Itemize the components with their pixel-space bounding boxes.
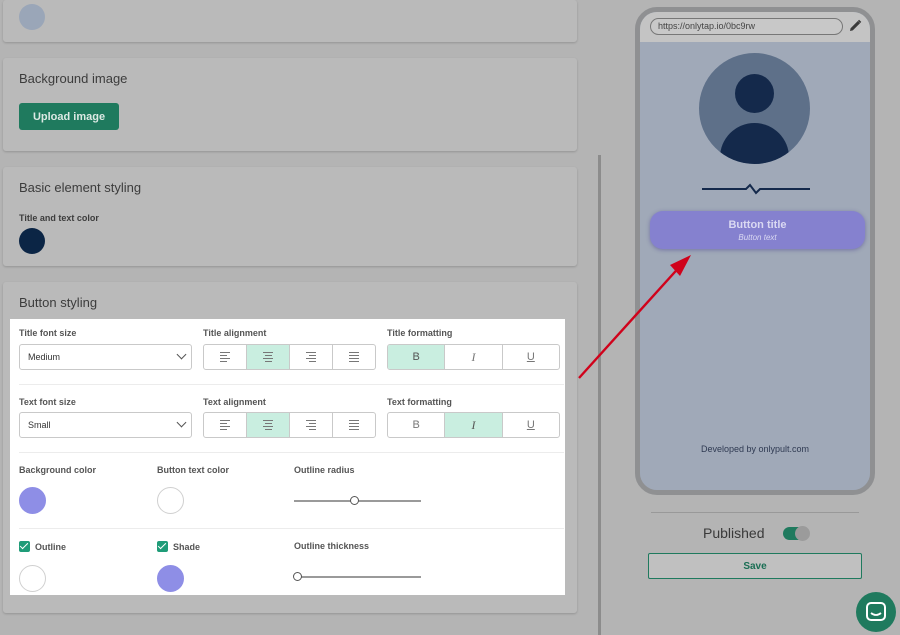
toggle-knob [795, 526, 810, 541]
align-left-button[interactable] [204, 413, 247, 437]
url-bar: https://onlytap.io/0bc9rw [640, 12, 870, 42]
bold-icon: B [412, 419, 420, 431]
shade-color-swatch[interactable] [157, 565, 184, 592]
row-divider [19, 384, 564, 385]
title-alignment-group [203, 344, 376, 370]
chevron-down-icon [176, 349, 187, 360]
card-title: Button styling [19, 295, 98, 310]
upload-image-button[interactable]: Upload image [19, 103, 119, 130]
align-justify-icon [349, 352, 359, 362]
title-formatting-group: B I U [387, 344, 560, 370]
title-font-size-select[interactable]: Medium [19, 344, 192, 370]
text-bold-button[interactable]: B [388, 413, 446, 437]
pencil-icon[interactable] [848, 19, 862, 33]
text-font-size-label: Text font size [19, 397, 76, 407]
title-formatting-label: Title formatting [387, 328, 453, 338]
align-center-icon [263, 420, 273, 430]
published-label: Published [703, 525, 765, 541]
row-divider [19, 528, 564, 529]
phone-frame: https://onlytap.io/0bc9rw Button title B… [635, 7, 875, 495]
row-divider [19, 452, 564, 453]
align-justify-button[interactable] [333, 413, 375, 437]
background-color-swatch[interactable] [19, 487, 46, 514]
slider-handle[interactable] [350, 496, 360, 505]
title-font-size-label: Title font size [19, 328, 77, 338]
shade-checkbox[interactable] [157, 541, 168, 552]
align-right-icon [306, 420, 316, 430]
title-text-color-swatch[interactable] [19, 228, 45, 254]
previous-card [3, 0, 577, 42]
align-justify-icon [349, 420, 359, 430]
align-justify-button[interactable] [333, 345, 375, 369]
preview-panel: https://onlytap.io/0bc9rw Button title B… [601, 0, 900, 635]
preview-link-button[interactable]: Button title Button text [650, 211, 865, 249]
text-formatting-group: B I U [387, 412, 560, 438]
previous-color-swatch[interactable] [19, 4, 45, 30]
save-button[interactable]: Save [648, 553, 862, 579]
card-title: Background image [19, 71, 128, 86]
align-right-button[interactable] [290, 345, 333, 369]
section-divider [651, 512, 859, 513]
divider-ornament [702, 183, 810, 195]
title-text-color-label: Title and text color [19, 213, 99, 223]
basic-styling-card: Basic element styling Title and text col… [3, 167, 577, 266]
title-underline-button[interactable]: U [503, 345, 559, 369]
slider-handle[interactable] [293, 572, 303, 581]
preview-button-title: Button title [728, 219, 787, 231]
italic-icon: I [471, 417, 476, 432]
text-alignment-group [203, 412, 376, 438]
align-left-icon [220, 420, 230, 430]
outline-radius-slider[interactable] [294, 496, 421, 505]
align-center-icon [263, 352, 273, 362]
text-alignment-label: Text alignment [203, 397, 266, 407]
button-text-color-swatch[interactable] [157, 487, 184, 514]
text-font-size-value: Small [28, 420, 51, 430]
align-right-icon [306, 352, 316, 362]
page-url-field[interactable]: https://onlytap.io/0bc9rw [650, 18, 843, 35]
chat-icon [866, 602, 886, 621]
align-center-button[interactable] [247, 345, 290, 369]
text-underline-button[interactable]: U [503, 413, 559, 437]
background-image-card: Background image Upload image [3, 58, 577, 151]
avatar-head [735, 74, 774, 113]
avatar-body [720, 123, 789, 164]
outline-radius-label: Outline radius [294, 465, 355, 475]
phone-screen: https://onlytap.io/0bc9rw Button title B… [640, 12, 870, 490]
avatar-placeholder[interactable] [699, 53, 810, 164]
background-color-label: Background color [19, 465, 97, 475]
outline-label: Outline [35, 542, 66, 552]
outline-checkbox[interactable] [19, 541, 30, 552]
italic-icon: I [471, 349, 476, 364]
card-title: Basic element styling [19, 180, 142, 195]
text-font-size-select[interactable]: Small [19, 412, 192, 438]
title-alignment-label: Title alignment [203, 328, 267, 338]
align-right-button[interactable] [290, 413, 333, 437]
text-italic-button[interactable]: I [445, 413, 503, 437]
align-left-icon [220, 352, 230, 362]
title-bold-button[interactable]: B [388, 345, 446, 369]
chevron-down-icon [176, 417, 187, 428]
developed-by-footer: Developed by onlypult.com [700, 444, 810, 454]
preview-button-text: Button text [738, 233, 777, 242]
title-font-size-value: Medium [28, 352, 61, 362]
align-center-button[interactable] [247, 413, 290, 437]
published-toggle[interactable] [783, 526, 810, 541]
underline-icon: U [526, 419, 535, 431]
outline-thickness-slider[interactable] [293, 572, 421, 581]
bold-icon: B [412, 351, 420, 363]
chat-support-button[interactable] [856, 592, 896, 632]
outline-color-swatch[interactable] [19, 565, 46, 592]
align-left-button[interactable] [204, 345, 247, 369]
title-italic-button[interactable]: I [445, 345, 503, 369]
shade-label: Shade [173, 542, 201, 552]
text-formatting-label: Text formatting [387, 397, 452, 407]
button-styling-options: Title font size Medium Title alignment T… [10, 319, 565, 595]
button-text-color-label: Button text color [157, 465, 229, 475]
outline-thickness-label: Outline thickness [294, 541, 370, 551]
underline-icon: U [526, 351, 535, 363]
